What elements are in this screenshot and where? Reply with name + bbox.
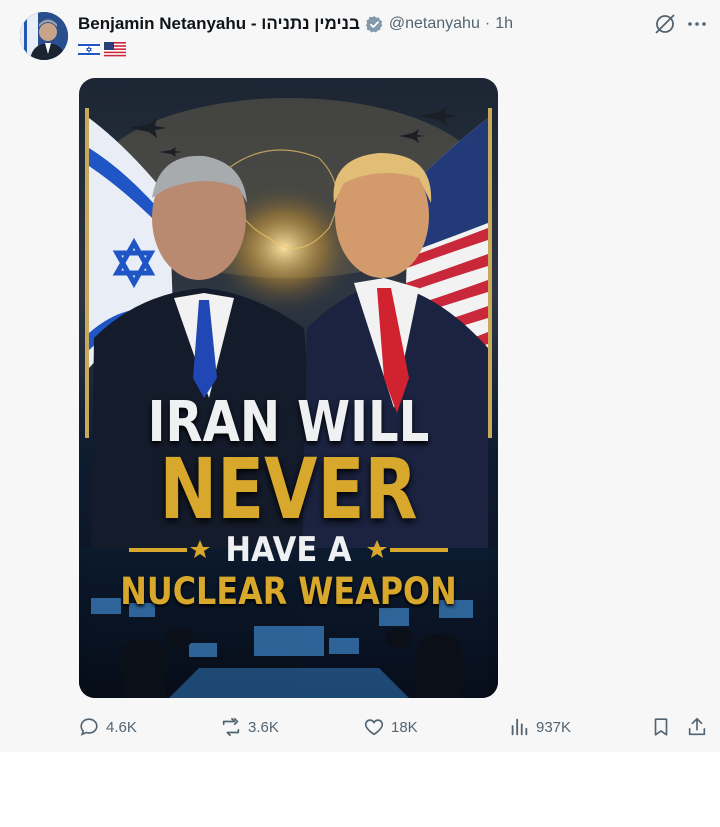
poster-headline-line4: NUCLEAR WEAPON [120, 570, 457, 613]
israel-flag-icon [78, 42, 100, 57]
avatar[interactable] [20, 12, 68, 60]
heart-icon [364, 719, 384, 736]
reply-count: 4.6K [106, 718, 137, 736]
us-flag-icon [104, 42, 126, 57]
reply-button[interactable]: 4.6K [78, 708, 137, 746]
separator-dot: · [484, 15, 491, 32]
grok-icon[interactable] [653, 12, 677, 36]
reply-icon [80, 718, 98, 736]
tweet: Benjamin Netanyahu - בנימין נתניהו @neta… [0, 0, 720, 752]
like-count: 18K [391, 718, 418, 736]
tweet-actions: 4.6K 3.6K 18K 937K [0, 708, 720, 746]
repost-button[interactable]: 3.6K [220, 708, 279, 746]
share-button[interactable] [686, 708, 708, 746]
more-icon[interactable] [685, 12, 709, 36]
views-button[interactable]: 937K [508, 708, 571, 746]
bookmark-button[interactable] [650, 708, 672, 746]
verified-badge-icon [365, 15, 383, 32]
bookmark-icon [654, 718, 668, 736]
share-icon [688, 717, 706, 736]
poster-headline-line3: HAVE A [225, 530, 352, 570]
timestamp[interactable]: 1h [495, 15, 513, 33]
author-name[interactable]: Benjamin Netanyahu - בנימין נתניהו [78, 14, 360, 34]
repost-count: 3.6K [248, 718, 279, 736]
poster-headline-line2: NEVER [159, 440, 418, 538]
views-count: 937K [536, 718, 572, 736]
like-button[interactable]: 18K [363, 708, 418, 746]
tweet-media-image[interactable]: IRAN WILL NEVER HAVE A NUCLEAR WEAPON [79, 78, 498, 698]
views-icon [511, 718, 528, 736]
author-handle[interactable]: @netanyahu [389, 15, 480, 33]
tweet-header: Benjamin Netanyahu - בנימין נתניהו @neta… [78, 12, 513, 36]
bio-flags [78, 42, 126, 57]
repost-icon [222, 717, 240, 737]
